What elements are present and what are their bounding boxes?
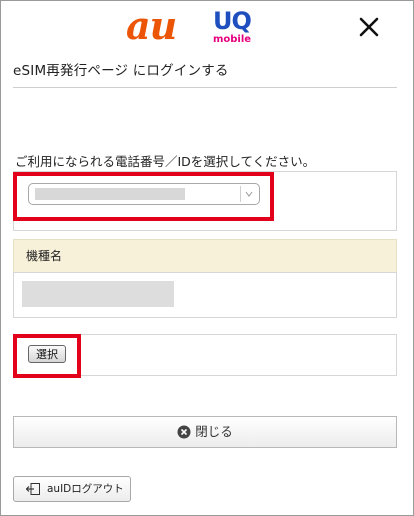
close-page-label: 閉じる [195,424,233,439]
phone-select-panel [13,171,397,231]
logout-icon [26,483,40,495]
select-button[interactable]: 選択 [28,345,66,363]
page-title: eSIM再発行ページ にログインする [13,63,229,79]
auid-logout-button[interactable]: auIDログアウト [13,476,131,502]
instruction-text: ご利用になられる電話番号／IDを選択してください。 [15,154,316,169]
close-circle-icon [177,425,191,438]
redacted-model-name [22,281,174,307]
model-name-panel [13,272,397,318]
chevron-down-icon [240,186,257,202]
uq-logo-mark: UQ [213,7,252,35]
close-page-button[interactable]: 閉じる [13,416,397,448]
au-logo: au [126,3,177,48]
close-icon [359,17,379,37]
select-button-panel: 選択 [13,334,397,376]
redacted-phone-number [35,188,185,200]
phone-number-select[interactable] [28,183,260,205]
header: au UQ mobile [1,1,413,53]
model-name-header: 機種名 [13,239,397,273]
login-page: au UQ mobile eSIM再発行ページ にログインする ご利用になられる… [0,0,414,516]
uq-mobile-logo: UQ mobile [211,9,253,49]
uq-logo-subtitle: mobile [212,34,252,45]
page-title-bar: eSIM再発行ページ にログインする [13,57,397,88]
auid-logout-label: auIDログアウト [47,483,124,495]
close-button[interactable] [353,11,385,43]
